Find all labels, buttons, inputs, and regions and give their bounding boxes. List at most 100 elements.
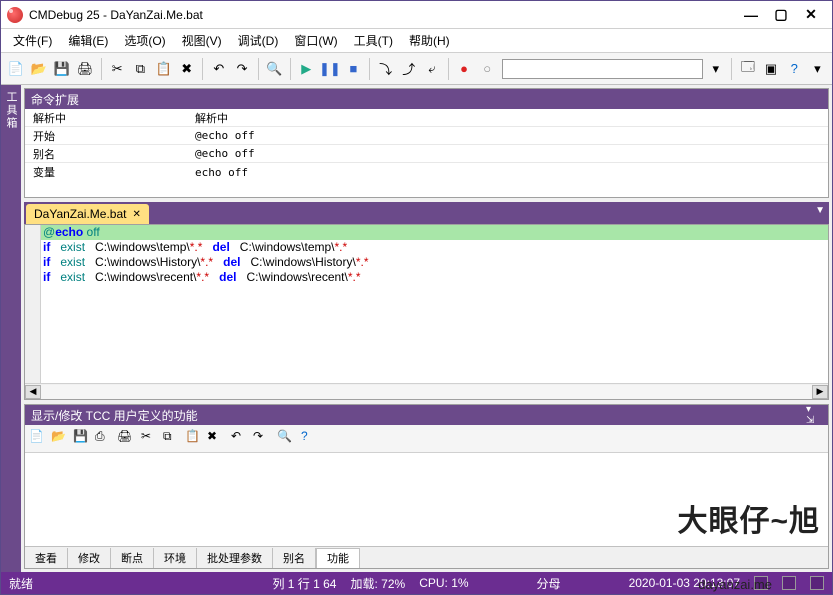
watermark-text: 大眼仔~旭 [677,496,820,540]
statusbar: 就绪 列 1 行 1 64 加载: 72% CPU: 1% 分母 2020-01… [1,572,832,594]
window-icon[interactable]: 🗔 [737,58,758,80]
tab-breakpoints[interactable]: 断点 [111,548,154,568]
tab-batch-params[interactable]: 批处理参数 [197,548,273,568]
functions-title: 显示/修改 TCC 用户定义的功能 [31,407,198,424]
dropdown-icon[interactable]: ▾ [705,58,726,80]
content-area: 命令扩展 解析中 解析中 开始 @echo off 别名 @echo off 变… [21,85,832,572]
record-icon[interactable]: ● [453,58,474,80]
undo-icon[interactable]: ↶ [208,58,229,80]
breakpoint-icon[interactable]: ○ [477,58,498,80]
step-out-icon[interactable]: ⤶ [421,58,442,80]
paste-icon[interactable]: 📋 [153,58,174,80]
cut-icon[interactable]: ✂ [107,58,128,80]
save-icon[interactable]: 💾 [51,58,72,80]
menu-edit[interactable]: 编辑(E) [60,29,116,52]
tab-functions[interactable]: 功能 [316,548,360,568]
cmd-key: 别名 [25,146,195,162]
editor-gutter[interactable] [25,225,41,383]
close-tab-icon[interactable]: ✕ [133,209,141,220]
status-load: 加载: 72% [351,575,406,592]
close-button[interactable]: ✕ [796,5,826,25]
scroll-track[interactable] [41,385,812,399]
tab-view[interactable]: 查看 [25,548,68,568]
undo-icon[interactable]: ↶ [231,429,251,449]
pin-icon[interactable]: ▾ ⇲ [806,407,822,423]
pause-icon[interactable]: ❚❚ [319,58,341,80]
find-icon[interactable]: 🔍 [277,429,297,449]
redo-icon[interactable]: ↷ [231,58,252,80]
minimize-button[interactable]: — [736,5,766,25]
code-line[interactable]: @echo off [41,225,828,240]
step-over-icon[interactable]: ⤴ [398,58,419,80]
horizontal-scrollbar[interactable]: ◀ ▶ [25,383,828,399]
find-icon[interactable]: 🔍 [264,58,285,80]
tab-environment[interactable]: 环境 [154,548,197,568]
tab-modify[interactable]: 修改 [68,548,111,568]
bottom-tabs: 查看 修改 断点 环境 批处理参数 别名 功能 [25,546,828,568]
delete-icon[interactable]: ✖ [176,58,197,80]
redo-icon[interactable]: ↷ [253,429,273,449]
cmd-value: @echo off [195,147,828,160]
open-icon[interactable]: 📂 [51,429,71,449]
print-icon[interactable]: 🖨 [117,429,137,449]
window-title: CMDebug 25 - DaYanZai.Me.bat [29,8,736,22]
scroll-right-icon[interactable]: ▶ [812,385,828,399]
separator [290,58,291,80]
app-icon [7,7,23,23]
copy-icon[interactable]: ⧉ [163,429,183,449]
help-icon[interactable]: ? [301,429,321,449]
toolbox-sidebar-tab[interactable]: 工具箱 [1,85,21,572]
help-icon[interactable]: ? [784,58,805,80]
code-area[interactable]: @echo offif exist C:\windows\temp\*.* de… [41,225,828,383]
step-into-icon[interactable]: ⤵ [375,58,396,80]
code-line[interactable]: if exist C:\windows\recent\*.* del C:\wi… [41,270,828,285]
scroll-left-icon[interactable]: ◀ [25,385,41,399]
maximize-button[interactable]: ▢ [766,5,796,25]
new-file-icon[interactable]: 📄 [5,58,26,80]
console-icon[interactable]: ▣ [760,58,781,80]
more-icon[interactable]: ▾ [807,58,828,80]
save-icon[interactable]: 💾 [73,429,93,449]
command-combo[interactable] [502,59,703,79]
code-line[interactable]: if exist C:\windows\History\*.* del C:\w… [41,255,828,270]
code-line[interactable]: if exist C:\windows\temp\*.* del C:\wind… [41,240,828,255]
separator [101,58,102,80]
menu-debug[interactable]: 调试(D) [230,29,287,52]
open-folder-icon[interactable]: 📂 [28,58,49,80]
status-position: 列 1 行 1 64 [272,575,336,592]
new-icon[interactable]: 📄 [29,429,49,449]
titlebar: CMDebug 25 - DaYanZai.Me.bat — ▢ ✕ [1,1,832,29]
file-tab-active[interactable]: DaYanZai.Me.bat ✕ [26,204,149,224]
watermark-url: dayanzai.me [698,577,772,592]
functions-body[interactable]: 大眼仔~旭 [25,453,828,546]
tab-alias[interactable]: 别名 [273,548,316,568]
menu-options[interactable]: 选项(O) [116,29,173,52]
run-icon[interactable]: ▶ [296,58,317,80]
status-ready: 就绪 [9,575,33,592]
menu-tools[interactable]: 工具(T) [346,29,401,52]
print-icon[interactable]: 🖨 [75,58,96,80]
cmd-value: echo off [195,166,828,179]
menu-file[interactable]: 文件(F) [5,29,60,52]
delete-icon[interactable]: ✖ [207,429,227,449]
command-expansion-header: 命令扩展 [25,89,828,109]
status-cpu: CPU: 1% [419,576,468,590]
saveall-icon[interactable]: ⎙ [95,429,115,449]
separator [258,58,259,80]
copy-icon[interactable]: ⧉ [130,58,151,80]
functions-toolbar: 📄 📂 💾 ⎙ 🖨 ✂ ⧉ 📋 ✖ ↶ ↷ 🔍 ? [25,425,828,453]
table-row: 解析中 解析中 [25,109,828,127]
cut-icon[interactable]: ✂ [141,429,161,449]
command-table: 解析中 解析中 开始 @echo off 别名 @echo off 变量 ech… [25,109,828,181]
separator [731,58,732,80]
file-tab-label: DaYanZai.Me.bat [34,207,127,221]
main-toolbar: 📄 📂 💾 🖨 ✂ ⧉ 📋 ✖ ↶ ↷ 🔍 ▶ ❚❚ ■ ⤵ ⤴ ⤶ ● ○ ▾… [1,53,832,85]
menu-window[interactable]: 窗口(W) [286,29,345,52]
tab-dropdown-icon[interactable]: ▼ [815,205,825,216]
menu-view[interactable]: 视图(V) [174,29,230,52]
menu-help[interactable]: 帮助(H) [401,29,458,52]
command-expansion-title: 命令扩展 [31,91,79,108]
stop-icon[interactable]: ■ [343,58,364,80]
status-mins: 分母 [537,575,561,592]
paste-icon[interactable]: 📋 [185,429,205,449]
